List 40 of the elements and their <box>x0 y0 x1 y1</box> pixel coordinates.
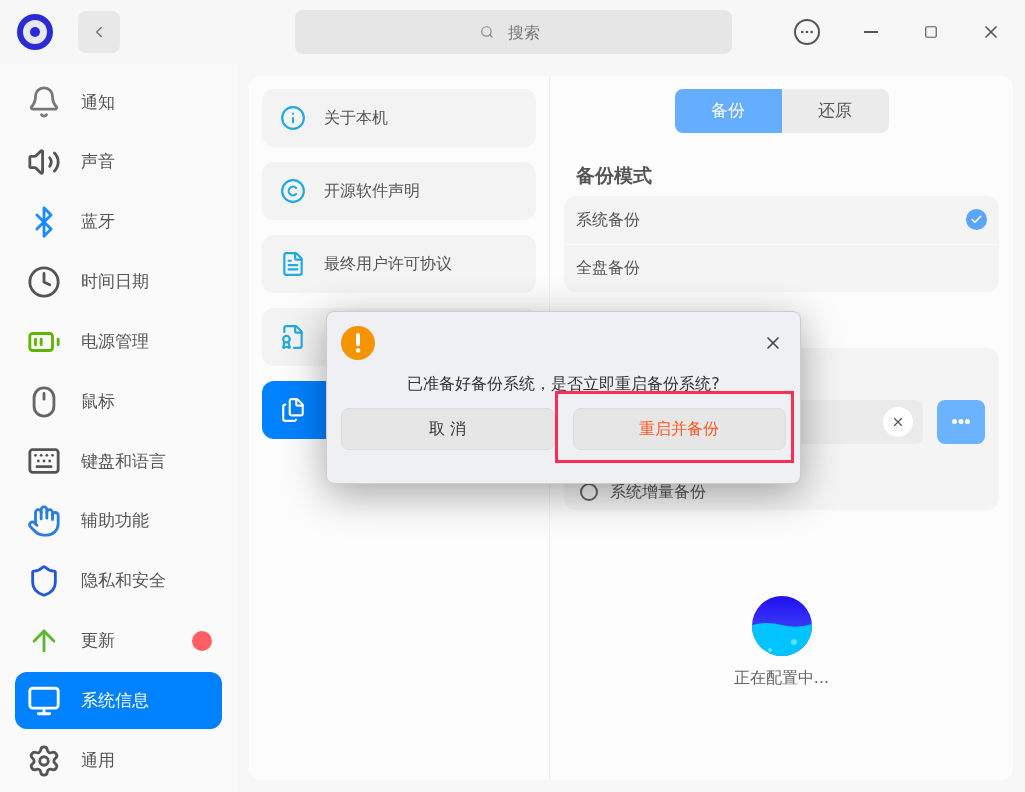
document-icon <box>280 251 306 277</box>
menu-item[interactable]: 关于本机 <box>262 89 536 147</box>
sidebar-item[interactable]: 通知 <box>15 74 222 131</box>
sidebar-item[interactable]: 键盘和语言 <box>15 432 222 490</box>
more-button[interactable] <box>794 19 820 45</box>
option-label: 系统增量备份 <box>610 480 706 503</box>
sidebar-item[interactable]: 通用 <box>15 732 222 789</box>
app-logo-icon <box>16 13 54 51</box>
document-badge-icon <box>280 324 306 350</box>
documents-icon <box>280 397 306 423</box>
gear-icon <box>27 743 61 778</box>
copyright-icon <box>280 178 306 204</box>
clock-icon <box>27 264 61 299</box>
search-icon <box>480 25 494 39</box>
search-field[interactable]: 搜索 <box>295 10 732 54</box>
warning-icon <box>341 326 375 360</box>
section-title: 备份模式 <box>576 163 653 188</box>
sidebar-item[interactable]: 电源管理 <box>15 313 222 371</box>
more-icon <box>952 419 970 424</box>
sidebar-item[interactable]: 声音 <box>15 133 222 191</box>
mode-option[interactable]: 全盘备份 <box>564 243 999 292</box>
menu-item[interactable]: 开源软件声明 <box>262 162 536 220</box>
mode-option[interactable]: 系统备份 <box>564 195 999 244</box>
sidebar-item[interactable]: 更新 <box>15 612 222 670</box>
tab[interactable]: 还原 <box>781 89 889 133</box>
sidebar-item[interactable]: 隐私和安全 <box>15 552 222 610</box>
hand-icon <box>27 504 61 539</box>
cancel-button[interactable]: 取 消 <box>341 408 555 450</box>
bell-icon <box>27 85 61 120</box>
info-icon <box>280 105 306 131</box>
sidebar-item[interactable]: 辅助功能 <box>15 492 222 550</box>
minimize-icon <box>864 31 878 33</box>
maximize-icon <box>924 25 938 39</box>
dialog-message: 已准备好备份系统，是否立即重启备份系统? <box>406 373 721 395</box>
sidebar-item[interactable]: 鼠标 <box>15 373 222 430</box>
status-text: 正在配置中... <box>733 666 830 689</box>
sidebar-item[interactable]: 系统信息 <box>15 672 222 730</box>
sidebar-item[interactable]: 蓝牙 <box>15 193 222 251</box>
sidebar-item[interactable]: 时间日期 <box>15 253 222 311</box>
menu-item[interactable]: 最终用户许可协议 <box>262 235 536 293</box>
